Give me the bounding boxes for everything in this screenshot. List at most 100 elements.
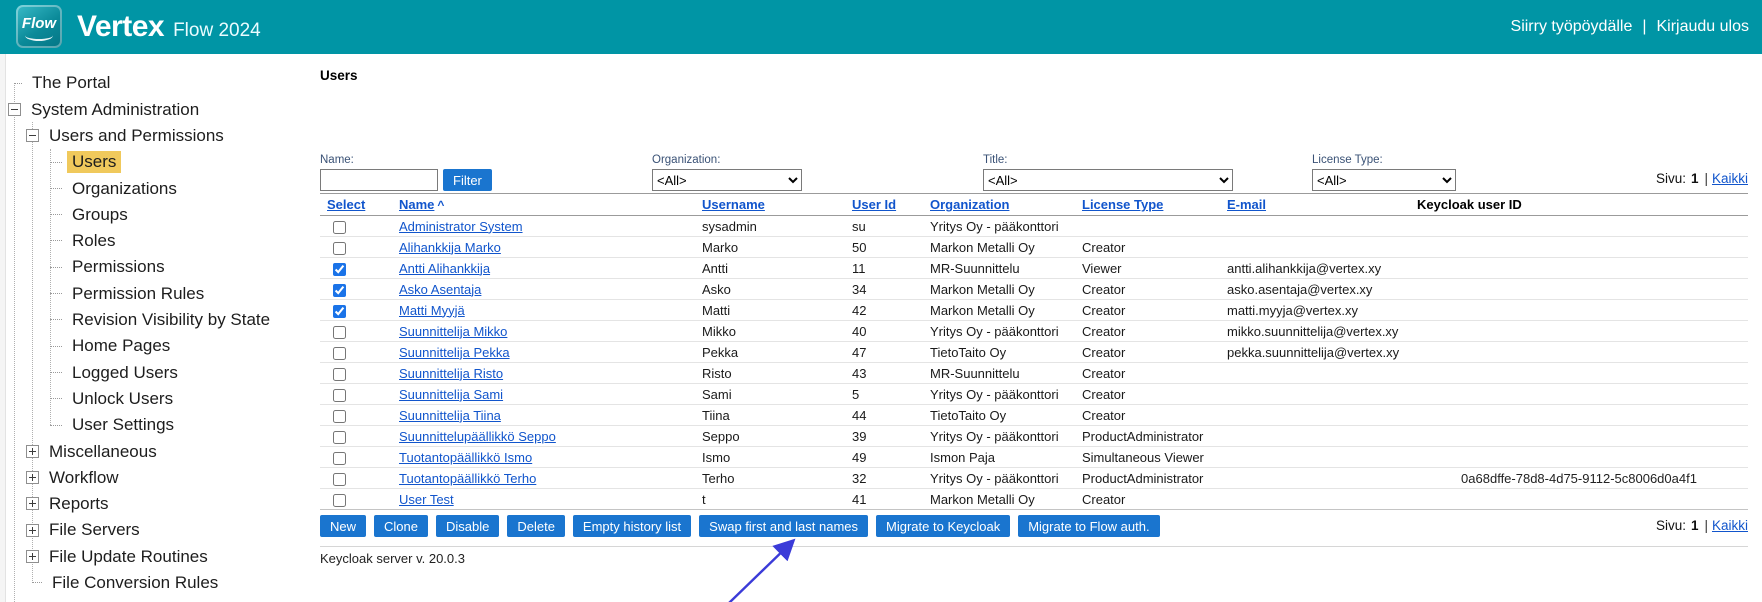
row-select-checkbox[interactable] — [333, 431, 346, 444]
name-column-header[interactable]: Name^ — [392, 194, 695, 216]
row-select-checkbox[interactable] — [333, 284, 346, 297]
tree-branch-icon — [50, 425, 62, 426]
user-name-link[interactable]: User Test — [399, 492, 454, 507]
user-name-link[interactable]: Suunnittelija Risto — [399, 366, 503, 381]
name-filter-input[interactable] — [320, 169, 438, 191]
row-select-checkbox[interactable] — [333, 452, 346, 465]
sidebar-item-reports[interactable]: Reports — [0, 491, 318, 517]
username-cell: Asko — [695, 279, 845, 300]
row-select-checkbox[interactable] — [333, 305, 346, 318]
page-title: Users — [320, 68, 358, 83]
username-cell: Tiina — [695, 405, 845, 426]
footer-divider — [320, 546, 1748, 547]
keycloak-id-cell — [1410, 426, 1748, 447]
user-name-link[interactable]: Suunnittelija Pekka — [399, 345, 510, 360]
swap-first-last-names-button[interactable]: Swap first and last names — [699, 515, 868, 537]
app-header: Flow Vertex Flow 2024 Siirry työpöydälle… — [0, 0, 1762, 54]
sidebar-item-file-update-routines[interactable]: File Update Routines — [0, 543, 318, 569]
sidebar-item-users-and-permissions[interactable]: Users and Permissions — [0, 123, 318, 149]
sidebar-item-groups[interactable]: Groups — [0, 201, 318, 227]
row-select-checkbox[interactable] — [333, 410, 346, 423]
license-type-cell: Simultaneous Viewer — [1075, 447, 1220, 468]
organization-filter-select[interactable]: <All> — [652, 169, 802, 191]
row-select-checkbox[interactable] — [333, 242, 346, 255]
disable-button[interactable]: Disable — [436, 515, 499, 537]
show-all-link[interactable]: Kaikki — [1712, 518, 1748, 533]
select-all-header[interactable]: Select — [320, 194, 392, 216]
expand-icon[interactable] — [26, 550, 39, 563]
row-select-checkbox[interactable] — [333, 473, 346, 486]
sidebar-item-workflow[interactable]: Workflow — [0, 464, 318, 490]
user-name-link[interactable]: Suunnittelupäällikkö Seppo — [399, 429, 556, 444]
name-cell: Suunnittelija Tiina — [392, 405, 695, 426]
license-type-column-header[interactable]: License Type — [1075, 194, 1220, 216]
sidebar-item-permission-rules[interactable]: Permission Rules — [0, 280, 318, 306]
user-name-link[interactable]: Suunnittelija Mikko — [399, 324, 507, 339]
expand-icon[interactable] — [26, 524, 39, 537]
sidebar-item-file-servers[interactable]: File Servers — [0, 517, 318, 543]
clone-button[interactable]: Clone — [374, 515, 428, 537]
migrate-to-flow-auth-button[interactable]: Migrate to Flow auth. — [1018, 515, 1159, 537]
new-button[interactable]: New — [320, 515, 366, 537]
select-cell — [320, 447, 392, 468]
license-type-filter-select[interactable]: <All> — [1312, 169, 1456, 191]
row-select-checkbox[interactable] — [333, 326, 346, 339]
row-select-checkbox[interactable] — [333, 263, 346, 276]
delete-button[interactable]: Delete — [507, 515, 565, 537]
organization-filter-group: Organization: <All> — [652, 154, 802, 191]
row-select-checkbox[interactable] — [333, 494, 346, 507]
sidebar-item-file-conversion-rules[interactable]: File Conversion Rules — [0, 570, 318, 596]
tree-branch-icon — [14, 83, 22, 84]
user-name-link[interactable]: Tuotantopäällikkö Ismo — [399, 450, 532, 465]
email-column-header[interactable]: E-mail — [1220, 194, 1410, 216]
filter-button[interactable]: Filter — [443, 169, 492, 191]
sidebar-item-miscellaneous[interactable]: Miscellaneous — [0, 438, 318, 464]
organization-column-header[interactable]: Organization — [923, 194, 1075, 216]
collapse-icon[interactable] — [26, 129, 39, 142]
expand-icon[interactable] — [26, 471, 39, 484]
app-window: Flow Vertex Flow 2024 Siirry työpöydälle… — [0, 0, 1762, 602]
user-name-link[interactable]: Suunnittelija Sami — [399, 387, 503, 402]
expand-icon[interactable] — [26, 497, 39, 510]
logout-link[interactable]: Kirjaudu ulos — [1657, 18, 1750, 36]
sidebar-item-permissions[interactable]: Permissions — [0, 254, 318, 280]
sidebar-item-unlock-users[interactable]: Unlock Users — [0, 386, 318, 412]
row-select-checkbox[interactable] — [333, 389, 346, 402]
sidebar-item-organizations[interactable]: Organizations — [0, 175, 318, 201]
sidebar-item-logged-users[interactable]: Logged Users — [0, 359, 318, 385]
user-name-link[interactable]: Administrator System — [399, 219, 523, 234]
sidebar-item-revision-visibility-by-state[interactable]: Revision Visibility by State — [0, 307, 318, 333]
sidebar-item-home-pages[interactable]: Home Pages — [0, 333, 318, 359]
sidebar-item-product-management[interactable]: Product Management — [0, 596, 318, 602]
title-filter-select[interactable]: <All> — [983, 169, 1233, 191]
row-select-checkbox[interactable] — [333, 347, 346, 360]
expand-icon[interactable] — [26, 445, 39, 458]
go-to-desktop-link[interactable]: Siirry työpöydälle — [1511, 18, 1633, 36]
user-name-link[interactable]: Antti Alihankkija — [399, 261, 490, 276]
empty-history-list-button[interactable]: Empty history list — [573, 515, 691, 537]
userid-column-header[interactable]: User Id — [845, 194, 923, 216]
sidebar-item-user-settings[interactable]: User Settings — [0, 412, 318, 438]
user-name-link[interactable]: Matti Myyjä — [399, 303, 465, 318]
migrate-to-keycloak-button[interactable]: Migrate to Keycloak — [876, 515, 1010, 537]
username-column-header[interactable]: Username — [695, 194, 845, 216]
user-name-link[interactable]: Tuotantopäällikkö Terho — [399, 471, 536, 486]
row-select-checkbox[interactable] — [333, 221, 346, 234]
table-row: Administrator System sysadmin su Yritys … — [320, 216, 1748, 237]
sidebar-item-roles[interactable]: Roles — [0, 228, 318, 254]
select-cell — [320, 489, 392, 510]
sidebar-item-the-portal[interactable]: The Portal — [0, 70, 318, 96]
sidebar-item-system-administration[interactable]: System Administration — [0, 96, 318, 122]
user-name-link[interactable]: Asko Asentaja — [399, 282, 481, 297]
tree-branch-icon — [50, 293, 62, 294]
row-select-checkbox[interactable] — [333, 368, 346, 381]
organization-cell: Markon Metalli Oy — [923, 237, 1075, 258]
email-cell — [1220, 384, 1410, 405]
name-cell: Matti Myyjä — [392, 300, 695, 321]
userid-cell: 5 — [845, 384, 923, 405]
sidebar-item-users[interactable]: Users — [0, 149, 318, 175]
user-name-link[interactable]: Suunnittelija Tiina — [399, 408, 501, 423]
show-all-link[interactable]: Kaikki — [1712, 171, 1748, 186]
user-name-link[interactable]: Alihankkija Marko — [399, 240, 501, 255]
collapse-icon[interactable] — [8, 103, 21, 116]
